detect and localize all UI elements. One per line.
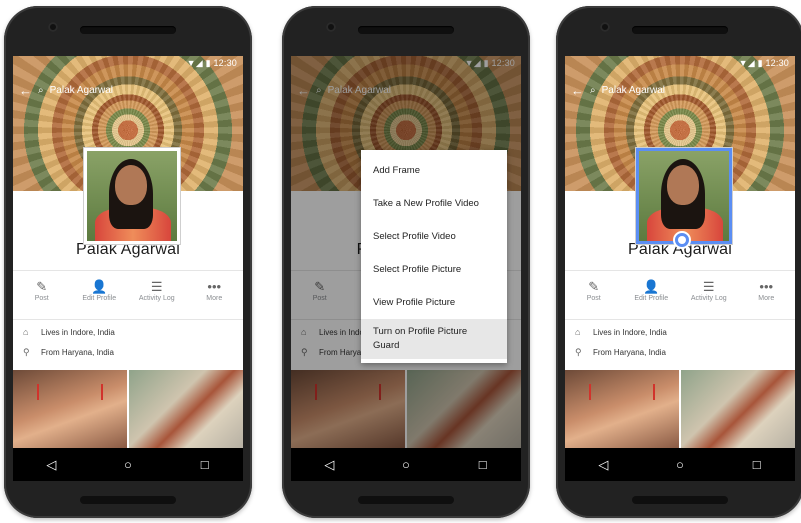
post-button[interactable]: ✎ Post	[14, 271, 70, 319]
activity-log-button[interactable]: ☰ Activity Log	[129, 271, 185, 319]
lives-in-row[interactable]: ⌂ Lives in Indore, India	[565, 322, 795, 342]
search-bar[interactable]: ← ⌕ Palak Agarwal	[571, 82, 665, 98]
from-row[interactable]: ⚲ From Haryana, India	[13, 342, 243, 362]
search-text[interactable]: Palak Agarwal	[50, 85, 113, 96]
photo-thumbnail[interactable]	[13, 370, 127, 448]
ellipsis-icon: •••	[759, 279, 774, 294]
menu-item-profile-picture-guard[interactable]: Turn on Profile Picture Guard	[361, 319, 507, 359]
phone-middle: ▼◢ ▮ 12:30 ← ⌕ Palak Agarwal P ✎Post ⌂Li…	[282, 6, 530, 518]
post-label: Post	[34, 295, 49, 302]
front-camera	[326, 22, 336, 32]
from-text: From Haryana, India	[41, 347, 114, 357]
profile-photo-face	[667, 165, 699, 205]
search-bar[interactable]: ← ⌕ Palak Agarwal	[19, 82, 113, 98]
nav-home-icon[interactable]: ○	[394, 457, 418, 472]
action-bar: ✎ Post 👤 Edit Profile ☰ Activity Log ••• Mor…	[13, 270, 243, 320]
photo-thumbnail[interactable]	[129, 370, 243, 448]
bottom-speaker	[80, 496, 176, 504]
android-nav-bar: ◁ ○ □	[565, 448, 795, 481]
profile-picture[interactable]	[84, 148, 180, 244]
back-arrow-icon[interactable]: ←	[19, 83, 32, 98]
action-bar: ✎ Post 👤 Edit Profile ☰ Activity Log ••• Mor…	[565, 270, 795, 320]
edit-profile-button[interactable]: 👤 Edit Profile	[71, 271, 127, 319]
photo-strip	[13, 370, 243, 448]
screen: ▼◢ ▮ 12:30 ← ⌕ Palak Agarwal P ✎Post ⌂Li…	[291, 56, 521, 481]
location-pin-icon: ⚲	[23, 346, 30, 357]
search-icon: ⌕	[38, 84, 44, 96]
menu-item-add-frame[interactable]: Add Frame	[361, 154, 507, 187]
menu-item-select-profile-picture[interactable]: Select Profile Picture	[361, 253, 507, 286]
status-bar: ▼◢ ▮ 12:30	[565, 56, 795, 70]
nav-home-icon[interactable]: ○	[668, 457, 692, 472]
front-camera	[600, 22, 610, 32]
search-icon: ⌕	[590, 84, 596, 96]
nav-home-icon[interactable]: ○	[116, 457, 140, 472]
profile-guard-shield-icon	[673, 231, 691, 249]
person-edit-icon: 👤	[643, 279, 660, 294]
edit-profile-button[interactable]: 👤 Edit Profile	[623, 271, 679, 319]
edit-profile-label: Edit Profile	[82, 295, 117, 302]
from-row[interactable]: ⚲ From Haryana, India	[565, 342, 795, 362]
activity-log-button[interactable]: ☰ Activity Log	[681, 271, 737, 319]
status-time: 12:30	[213, 58, 237, 68]
nav-recents-icon[interactable]: □	[471, 457, 495, 472]
person-edit-icon: 👤	[91, 279, 108, 294]
profile-photo-face	[115, 165, 147, 205]
lives-in-text: Lives in Indore, India	[41, 327, 115, 337]
more-label: More	[206, 295, 223, 302]
bottom-speaker	[632, 496, 728, 504]
more-label: More	[758, 295, 775, 302]
android-nav-bar: ◁ ○ □	[13, 448, 243, 481]
activity-log-label: Activity Log	[690, 295, 727, 302]
location-pin-icon: ⚲	[575, 346, 582, 357]
signal-icon: ▼◢ ▮	[186, 58, 211, 68]
screen: ▼◢ ▮ 12:30 ← ⌕ Palak Agarwal Palak Agarw…	[565, 56, 795, 481]
nav-back-icon[interactable]: ◁	[591, 457, 615, 473]
earpiece-speaker	[358, 26, 454, 34]
photo-thumbnail[interactable]	[681, 370, 795, 448]
menu-item-view-profile-picture[interactable]: View Profile Picture	[361, 286, 507, 319]
pencil-square-icon: ✎	[588, 279, 600, 294]
bottom-speaker	[358, 496, 454, 504]
more-button[interactable]: ••• More	[186, 271, 242, 319]
nav-recents-icon[interactable]: □	[193, 457, 217, 472]
menu-item-take-profile-video[interactable]: Take a New Profile Video	[361, 187, 507, 220]
from-text: From Haryana, India	[593, 347, 666, 357]
about-section: ⌂ Lives in Indore, India ⚲ From Haryana, I…	[565, 322, 795, 362]
screen: ▼◢ ▮ 12:30 ← ⌕ Palak Agarwal Palak Agarw…	[13, 56, 243, 481]
search-text[interactable]: Palak Agarwal	[602, 85, 665, 96]
ellipsis-icon: •••	[207, 279, 222, 294]
home-icon: ⌂	[23, 327, 29, 337]
home-icon: ⌂	[575, 327, 581, 337]
list-icon: ☰	[702, 279, 715, 294]
phone-right: ▼◢ ▮ 12:30 ← ⌕ Palak Agarwal Palak Agarw…	[556, 6, 801, 518]
front-camera	[48, 22, 58, 32]
nav-recents-icon[interactable]: □	[745, 457, 769, 472]
post-button[interactable]: ✎ Post	[566, 271, 622, 319]
activity-log-label: Activity Log	[138, 295, 175, 302]
status-bar: ▼◢ ▮ 12:30	[13, 56, 243, 70]
profile-picture-guarded[interactable]	[636, 148, 732, 244]
photo-strip	[565, 370, 795, 448]
nav-back-icon[interactable]: ◁	[317, 457, 341, 473]
menu-item-select-profile-video[interactable]: Select Profile Video	[361, 220, 507, 253]
lives-in-row[interactable]: ⌂ Lives in Indore, India	[13, 322, 243, 342]
more-button[interactable]: ••• More	[738, 271, 794, 319]
android-nav-bar: ◁ ○ □	[291, 448, 521, 481]
post-label: Post	[586, 295, 601, 302]
about-section: ⌂ Lives in Indore, India ⚲ From Haryana, I…	[13, 322, 243, 362]
phone-left: ▼◢ ▮ 12:30 ← ⌕ Palak Agarwal Palak Agarw…	[4, 6, 252, 518]
photo-thumbnail[interactable]	[565, 370, 679, 448]
earpiece-speaker	[80, 26, 176, 34]
pencil-square-icon: ✎	[36, 279, 48, 294]
list-icon: ☰	[150, 279, 163, 294]
lives-in-text: Lives in Indore, India	[593, 327, 667, 337]
profile-picture-menu: Add Frame Take a New Profile Video Selec…	[361, 150, 507, 363]
status-time: 12:30	[765, 58, 789, 68]
nav-back-icon[interactable]: ◁	[39, 457, 63, 473]
earpiece-speaker	[632, 26, 728, 34]
signal-icon: ▼◢ ▮	[738, 58, 763, 68]
edit-profile-label: Edit Profile	[634, 295, 669, 302]
back-arrow-icon[interactable]: ←	[571, 83, 584, 98]
